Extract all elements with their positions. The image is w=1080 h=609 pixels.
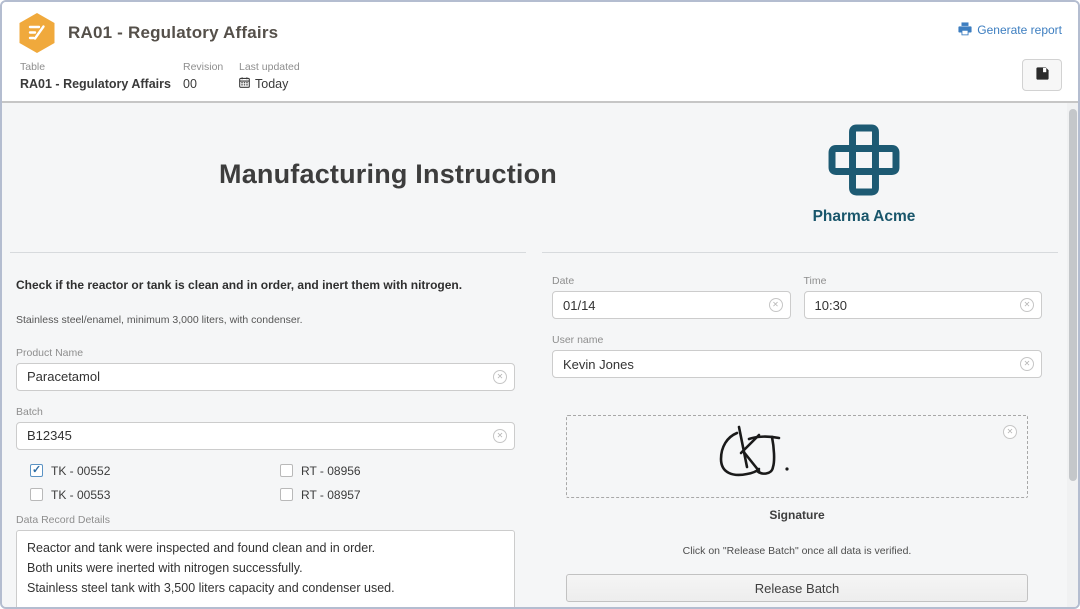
header: RA01 - Regulatory Affairs Generate repor…: [2, 2, 1078, 103]
equipment-checkbox-item[interactable]: RT - 08956: [280, 464, 515, 478]
batch-clear-icon[interactable]: [493, 429, 507, 443]
equipment-checkbox[interactable]: [30, 488, 43, 501]
floppy-disk-icon: [1035, 66, 1050, 84]
meta-table-value: RA01 - Regulatory Affairs: [20, 77, 183, 91]
user-name-label: User name: [552, 334, 1042, 346]
data-record-label: Data Record Details: [16, 514, 515, 526]
right-divider: [542, 252, 1058, 253]
generate-report-link[interactable]: Generate report: [958, 22, 1062, 39]
batch-input[interactable]: [16, 422, 515, 450]
time-input[interactable]: [804, 291, 1043, 319]
date-label: Date: [552, 275, 791, 287]
app-hexagon-icon: [18, 13, 56, 53]
equipment-checkbox-label: TK - 00552: [51, 464, 110, 478]
equipment-checkbox[interactable]: [280, 464, 293, 477]
equipment-checkbox-grid: TK - 00552 RT - 08956 TK - 00553 RT: [30, 464, 515, 502]
brand-name: Pharma Acme: [774, 208, 954, 226]
left-divider: [10, 252, 526, 253]
signature-caption: Click on "Release Batch" once all data i…: [566, 545, 1028, 557]
equipment-checkbox[interactable]: [280, 488, 293, 501]
form-title: Manufacturing Instruction: [219, 159, 557, 189]
meta-revision-label: Revision: [183, 61, 239, 73]
page-title: RA01 - Regulatory Affairs: [68, 23, 278, 43]
equipment-checkbox-item[interactable]: TK - 00552: [30, 464, 280, 478]
equipment-checkbox-item[interactable]: TK - 00553: [30, 488, 280, 502]
left-column: Check if the reactor or tank is clean an…: [10, 252, 526, 607]
calendar-icon: [239, 77, 250, 91]
content-scrollbar[interactable]: [1067, 103, 1078, 607]
brand-logo: Pharma Acme: [774, 103, 954, 226]
meta-last-updated-value: Today: [255, 77, 288, 91]
signature-drawing: [707, 423, 797, 490]
batch-label: Batch: [16, 406, 515, 418]
equipment-checkbox-label: RT - 08957: [301, 488, 361, 502]
equipment-checkbox-label: RT - 08956: [301, 464, 361, 478]
time-clear-icon[interactable]: [1020, 298, 1034, 312]
signature-label: Signature: [566, 508, 1028, 522]
user-name-input[interactable]: [552, 350, 1042, 378]
equipment-checkbox-label: TK - 00553: [51, 488, 110, 502]
pharma-cross-icon: [823, 188, 905, 205]
instruction-primary: Check if the reactor or tank is clean an…: [16, 278, 515, 294]
save-button[interactable]: [1022, 59, 1062, 91]
app-window: RA01 - Regulatory Affairs Generate repor…: [0, 0, 1080, 609]
product-name-input[interactable]: [16, 363, 515, 391]
instruction-secondary: Stainless steel/enamel, minimum 3,000 li…: [16, 314, 515, 326]
signature-box[interactable]: [566, 415, 1028, 498]
release-batch-button[interactable]: Release Batch: [566, 574, 1028, 602]
equipment-checkbox[interactable]: [30, 464, 43, 477]
product-name-clear-icon[interactable]: [493, 370, 507, 384]
meta-table-label: Table: [20, 61, 183, 73]
product-name-label: Product Name: [16, 347, 515, 359]
generate-report-label: Generate report: [977, 23, 1062, 37]
form-content: Manufacturing Instruction Pharma Acme: [2, 103, 1078, 607]
time-label: Time: [804, 275, 1043, 287]
data-record-textarea[interactable]: Reactor and tank were inspected and foun…: [16, 530, 515, 607]
right-column: Date Time User name: [542, 252, 1058, 607]
printer-icon: [958, 22, 972, 39]
meta-last-updated-label: Last updated: [239, 61, 300, 73]
date-clear-icon[interactable]: [769, 298, 783, 312]
equipment-checkbox-item[interactable]: RT - 08957: [280, 488, 515, 502]
signature-clear-icon[interactable]: [1003, 425, 1017, 439]
date-input[interactable]: [552, 291, 791, 319]
scrollbar-thumb[interactable]: [1069, 109, 1077, 481]
meta-revision-value: 00: [183, 77, 239, 91]
user-name-clear-icon[interactable]: [1020, 357, 1034, 371]
